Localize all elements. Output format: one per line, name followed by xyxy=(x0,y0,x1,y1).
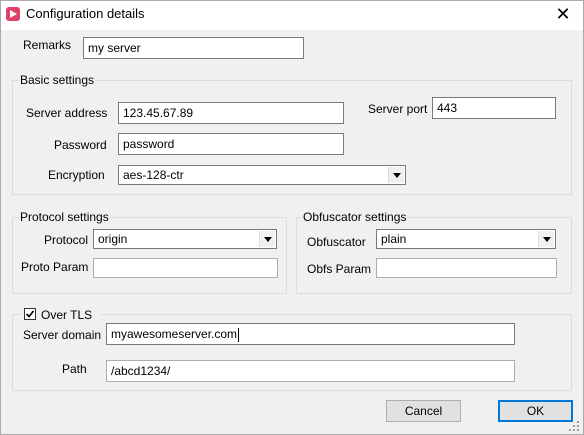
password-input[interactable]: password xyxy=(118,133,344,155)
server-domain-label: Server domain xyxy=(23,328,102,342)
resize-grip-icon[interactable] xyxy=(568,420,580,432)
encryption-label: Encryption xyxy=(48,168,105,182)
remarks-input[interactable]: my server xyxy=(83,37,304,59)
protocol-value: origin xyxy=(98,232,128,246)
encryption-select[interactable]: aes-128-ctr xyxy=(118,165,406,185)
obfuscator-select[interactable]: plain xyxy=(376,229,556,249)
proto-param-input[interactable] xyxy=(93,258,278,278)
path-input[interactable]: /abcd1234/ xyxy=(106,360,515,382)
protocol-settings-legend: Protocol settings xyxy=(19,210,110,224)
path-label: Path xyxy=(62,362,87,376)
server-address-label: Server address xyxy=(26,106,108,120)
check-icon xyxy=(25,310,35,318)
chevron-down-icon[interactable] xyxy=(538,231,554,247)
server-domain-value: myawesomeserver.com xyxy=(111,327,238,341)
app-logo-icon xyxy=(6,7,20,21)
server-port-label: Server port xyxy=(368,102,428,116)
ok-button[interactable]: OK xyxy=(498,400,573,422)
encryption-value: aes-128-ctr xyxy=(123,168,184,182)
cancel-button[interactable]: Cancel xyxy=(386,400,461,422)
over-tls-checkbox[interactable] xyxy=(24,308,36,320)
remarks-label: Remarks xyxy=(23,38,72,52)
protocol-label: Protocol xyxy=(44,233,89,247)
chevron-down-icon[interactable] xyxy=(388,167,404,183)
password-label: Password xyxy=(54,138,107,152)
proto-param-label: Proto Param xyxy=(21,260,89,274)
over-tls-label[interactable]: Over TLS xyxy=(41,308,92,322)
server-port-input[interactable]: 443 xyxy=(432,97,556,119)
chevron-down-icon[interactable] xyxy=(259,231,275,247)
basic-settings-legend: Basic settings xyxy=(19,73,96,87)
close-icon[interactable]: ✕ xyxy=(548,3,578,25)
obfuscator-settings-legend: Obfuscator settings xyxy=(302,210,408,224)
server-domain-input[interactable]: myawesomeserver.com xyxy=(106,323,515,345)
server-address-input[interactable]: 123.45.67.89 xyxy=(118,102,344,124)
obfuscator-value: plain xyxy=(381,232,407,246)
obfs-param-label: Obfs Param xyxy=(307,262,372,276)
obfs-param-input[interactable] xyxy=(376,258,557,278)
protocol-select[interactable]: origin xyxy=(93,229,277,249)
obfuscator-label: Obfuscator xyxy=(307,235,366,249)
text-cursor xyxy=(238,327,240,342)
window-title: Configuration details xyxy=(26,6,145,21)
